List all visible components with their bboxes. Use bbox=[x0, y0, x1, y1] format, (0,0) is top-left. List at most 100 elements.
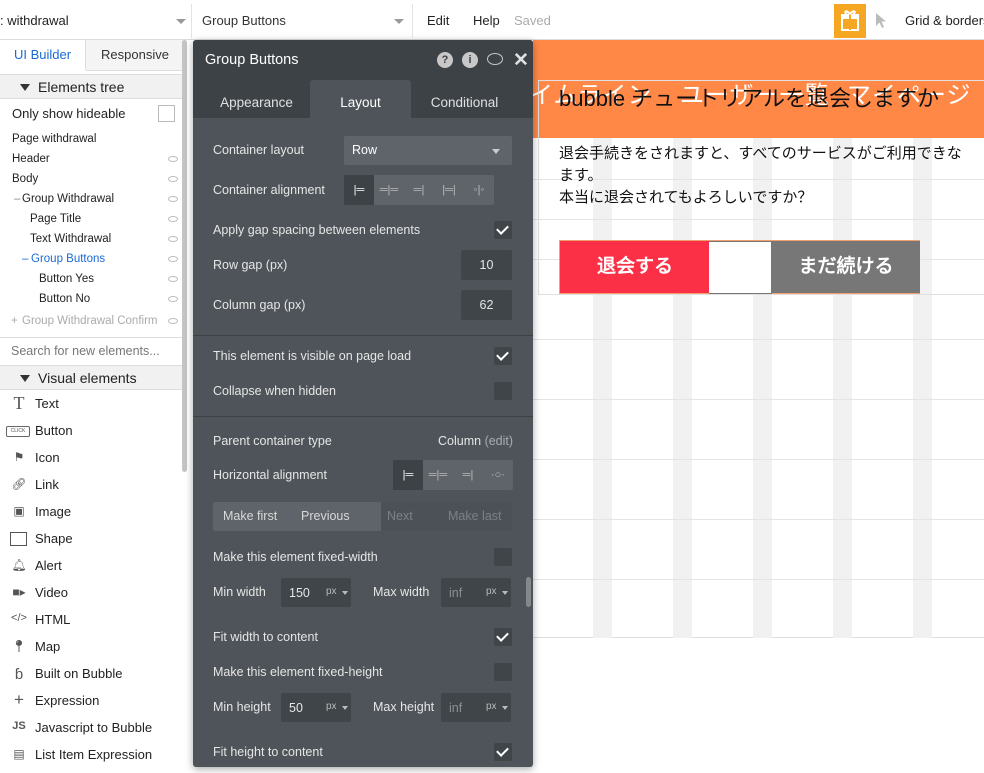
make-first-button[interactable]: Make first bbox=[223, 509, 277, 523]
visual-element-button[interactable]: CLICK Button bbox=[0, 418, 182, 445]
tab-conditional[interactable]: Conditional bbox=[411, 80, 518, 118]
bubble-icon: ɓ bbox=[14, 666, 24, 683]
visual-element-link[interactable]: 🔗︎ Link bbox=[0, 472, 182, 499]
info-icon[interactable]: i bbox=[462, 52, 478, 68]
help-icon[interactable]: ? bbox=[437, 52, 453, 68]
left-panel-scrollbar[interactable] bbox=[182, 40, 187, 472]
property-editor-header[interactable]: Group Buttons ? i ✕ bbox=[193, 40, 533, 80]
eye-icon[interactable] bbox=[168, 256, 178, 262]
h-align-stretch-icon[interactable]: ·○· bbox=[483, 460, 513, 490]
visual-element-shape[interactable]: Shape bbox=[0, 526, 182, 553]
align-space-between-icon[interactable]: |═| bbox=[434, 175, 464, 205]
apply-gap-label: Apply gap spacing between elements bbox=[213, 223, 421, 237]
property-editor-scrollbar[interactable] bbox=[526, 577, 531, 607]
visual-elements-header[interactable]: Visual elements bbox=[0, 365, 182, 390]
group-buttons[interactable]: 退会する まだ続ける bbox=[559, 240, 920, 294]
visual-element-list-item-expression[interactable]: ▤ List Item Expression bbox=[0, 742, 182, 769]
tab-appearance[interactable]: Appearance bbox=[203, 80, 310, 118]
elements-tree-header[interactable]: Elements tree bbox=[0, 74, 182, 99]
eye-icon[interactable] bbox=[168, 318, 178, 324]
tab-layout[interactable]: Layout bbox=[310, 80, 411, 118]
tree-item-body[interactable]: Body bbox=[12, 173, 38, 185]
tree-item-group-withdrawal[interactable]: Group Withdrawal bbox=[22, 193, 114, 205]
tree-item-header[interactable]: Header bbox=[12, 153, 50, 165]
eye-icon[interactable] bbox=[168, 276, 178, 282]
h-align-left-icon[interactable]: |═ bbox=[393, 460, 423, 490]
eye-icon[interactable] bbox=[168, 236, 178, 242]
text-withdrawal[interactable]: 退会手続きをされますと、すべてのサービスがご利用できな ます。 本当に退会されて… bbox=[559, 143, 984, 209]
align-left-icon[interactable]: |═ bbox=[344, 175, 374, 205]
tree-item-page-title[interactable]: Page Title bbox=[30, 213, 81, 225]
comment-icon[interactable] bbox=[487, 53, 503, 65]
visual-element-video[interactable]: ■▸ Video bbox=[0, 580, 182, 607]
only-show-hideable-checkbox[interactable] bbox=[158, 105, 175, 122]
apply-gap-checkbox[interactable] bbox=[494, 221, 512, 239]
row-gap-label: Row gap (px) bbox=[213, 258, 288, 272]
container-layout-dropdown[interactable]: Row bbox=[344, 136, 512, 165]
container-layout-label: Container layout bbox=[213, 143, 305, 157]
page-title[interactable]: bubble チュートリアルを退会しますか bbox=[559, 81, 939, 113]
button-no[interactable]: まだ続ける bbox=[772, 241, 920, 293]
collapse-dash-icon[interactable]: – bbox=[22, 253, 28, 265]
h-align-right-icon[interactable]: ═| bbox=[453, 460, 483, 490]
visual-element-html[interactable]: </> HTML bbox=[0, 607, 182, 634]
max-height-input[interactable]: inf px bbox=[441, 693, 511, 722]
element-selector[interactable]: Group Buttons bbox=[193, 4, 413, 38]
tab-ui-builder[interactable]: UI Builder bbox=[0, 40, 86, 71]
page-selector[interactable]: : withdrawal bbox=[0, 4, 192, 38]
chevron-down-icon bbox=[342, 706, 348, 710]
tree-item-text-withdrawal[interactable]: Text Withdrawal bbox=[30, 233, 111, 245]
visual-element-label: Map bbox=[35, 639, 61, 654]
row-gap-input[interactable]: 10 bbox=[461, 250, 512, 280]
fit-height-checkbox[interactable] bbox=[494, 743, 512, 761]
column-gap-input[interactable]: 62 bbox=[461, 290, 512, 320]
unit-label: px bbox=[486, 701, 497, 712]
eye-icon[interactable] bbox=[168, 296, 178, 302]
menu-edit[interactable]: Edit bbox=[427, 13, 449, 28]
tree-item-group-buttons[interactable]: Group Buttons bbox=[31, 253, 105, 265]
visible-on-load-checkbox[interactable] bbox=[494, 347, 512, 365]
button-yes[interactable]: 退会する bbox=[560, 241, 710, 293]
expand-plus-icon[interactable]: + bbox=[11, 315, 18, 327]
left-panel-tabs: UI Builder Responsive bbox=[0, 40, 184, 71]
menu-help[interactable]: Help bbox=[473, 13, 500, 28]
visual-element-icon[interactable]: ⚑ Icon bbox=[0, 445, 182, 472]
cursor-icon[interactable] bbox=[874, 12, 890, 30]
tree-item-page[interactable]: Page withdrawal bbox=[12, 133, 96, 145]
tree-item-button-yes[interactable]: Button Yes bbox=[39, 273, 94, 285]
eye-icon[interactable] bbox=[168, 156, 178, 162]
eye-icon[interactable] bbox=[168, 216, 178, 222]
visual-element-image[interactable]: ▣ Image bbox=[0, 499, 182, 526]
tree-item-button-no[interactable]: Button No bbox=[39, 293, 90, 305]
search-elements-input[interactable] bbox=[11, 344, 181, 358]
tab-responsive[interactable]: Responsive bbox=[86, 40, 184, 71]
min-width-input[interactable]: 150 px bbox=[281, 578, 351, 607]
eye-icon[interactable] bbox=[168, 176, 178, 182]
parent-type-edit-link[interactable]: (edit) bbox=[485, 434, 513, 448]
tree-item-group-withdrawal-confirm[interactable]: Group Withdrawal Confirm bbox=[22, 315, 157, 327]
max-width-input[interactable]: inf px bbox=[441, 578, 511, 607]
collapse-dash-icon[interactable]: – bbox=[14, 193, 20, 205]
fixed-height-checkbox[interactable] bbox=[494, 663, 512, 681]
image-icon: ▣ bbox=[13, 504, 25, 518]
align-space-around-icon[interactable]: ◦|◦ bbox=[464, 175, 494, 205]
previous-button[interactable]: Previous bbox=[301, 509, 350, 523]
h-align-center-icon[interactable]: ═|═ bbox=[423, 460, 453, 490]
visual-element-js-to-bubble[interactable]: JS Javascript to Bubble bbox=[0, 715, 182, 742]
eye-icon[interactable] bbox=[168, 196, 178, 202]
visual-element-text[interactable]: T Text bbox=[0, 391, 182, 418]
fixed-width-checkbox[interactable] bbox=[494, 548, 512, 566]
min-height-input[interactable]: 50 px bbox=[281, 693, 351, 722]
visual-element-alert[interactable]: 🔔︎ Alert bbox=[0, 553, 182, 580]
gift-button[interactable] bbox=[834, 4, 866, 38]
fit-width-checkbox[interactable] bbox=[494, 628, 512, 646]
collapse-when-hidden-checkbox[interactable] bbox=[494, 382, 512, 400]
align-right-icon[interactable]: ═| bbox=[404, 175, 434, 205]
element-search bbox=[0, 337, 182, 366]
grid-borders-toggle[interactable]: Grid & borders bbox=[905, 13, 984, 28]
align-center-icon[interactable]: ═|═ bbox=[374, 175, 404, 205]
close-icon[interactable]: ✕ bbox=[513, 49, 529, 72]
visual-element-map[interactable]: 📍︎ Map bbox=[0, 634, 182, 661]
visual-element-built-on-bubble[interactable]: ɓ Built on Bubble bbox=[0, 661, 182, 688]
visual-element-expression[interactable]: + Expression bbox=[0, 688, 182, 715]
